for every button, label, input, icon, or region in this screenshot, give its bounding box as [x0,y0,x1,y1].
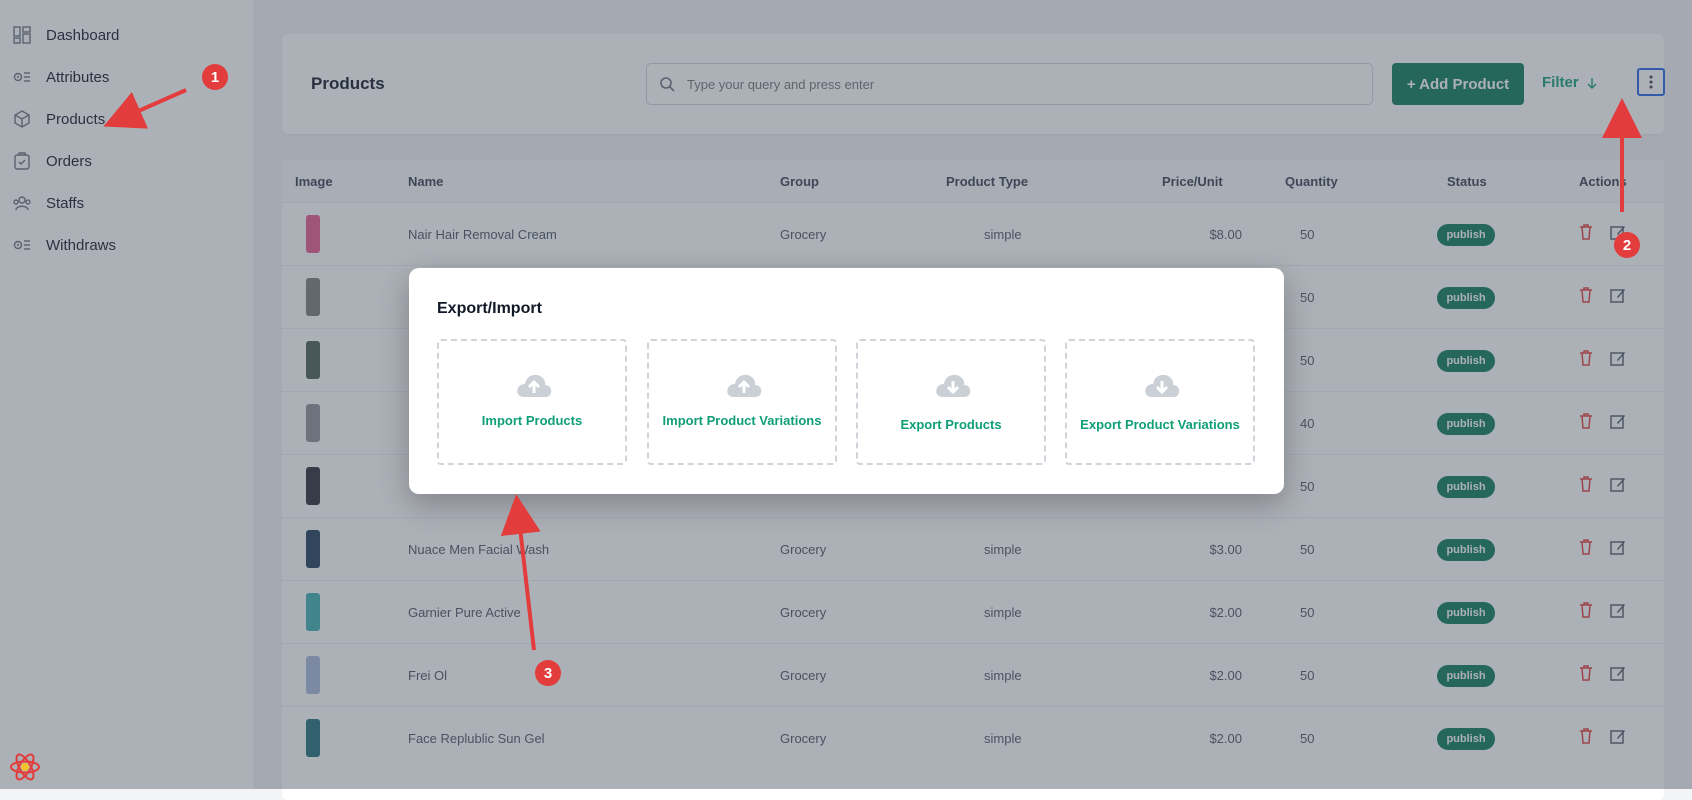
react-logo-icon [10,753,40,781]
annotation-arrows [103,88,1642,651]
annotation-marker-1: 1 [202,64,228,90]
annotation-arrow-1 [103,88,187,129]
annotation-marker-3: 3 [535,660,561,686]
annotation-arrow-3 [500,494,541,651]
annotation-marker-2: 2 [1614,232,1640,258]
